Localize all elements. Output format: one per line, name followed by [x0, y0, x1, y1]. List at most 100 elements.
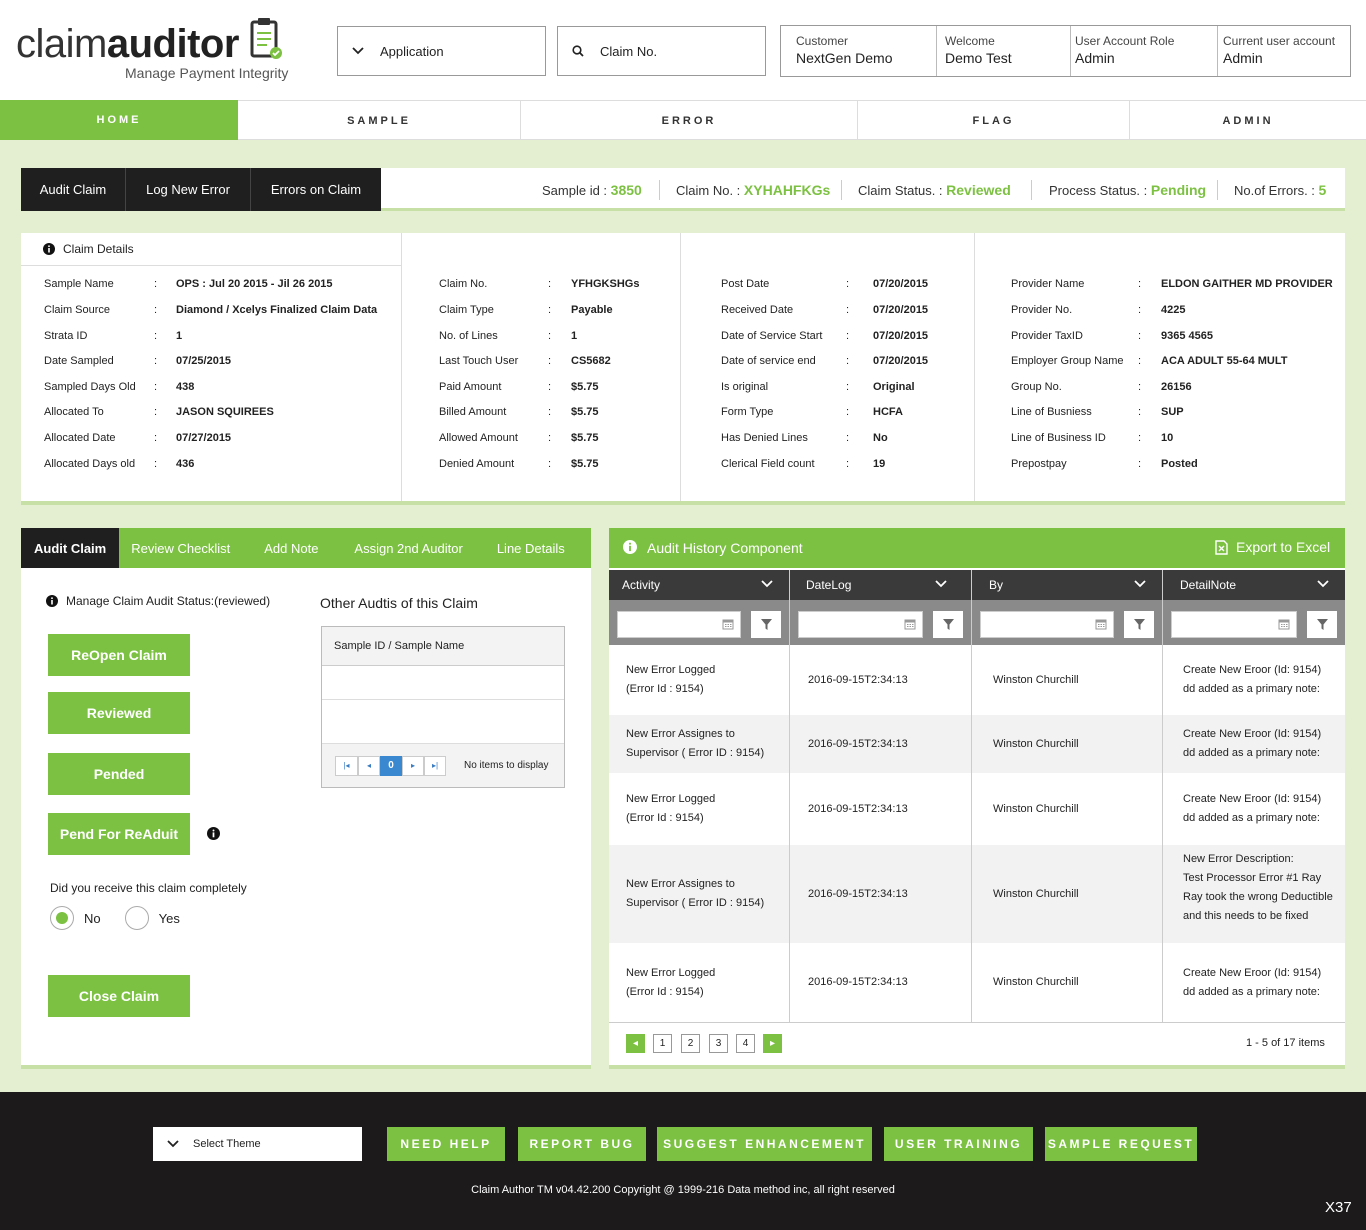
column-datelog[interactable]: DateLog: [790, 570, 971, 600]
application-dropdown[interactable]: Application: [337, 26, 546, 76]
pend-for-reaudit-button[interactable]: Pend For ReAduit: [48, 813, 190, 855]
claim-search-box[interactable]: Claim No.: [557, 26, 766, 76]
page-4[interactable]: 4: [736, 1034, 755, 1053]
info-icon: [43, 243, 55, 255]
subtab-add-note[interactable]: Add Note: [247, 528, 335, 568]
detail-label: Provider No.: [1011, 304, 1073, 316]
manage-status-text: Manage Claim Audit Status:(reviewed): [66, 594, 271, 608]
logo-tagline: Manage Payment Integrity: [125, 65, 289, 81]
chevron-down-icon: [352, 47, 364, 55]
pended-button[interactable]: Pended: [48, 753, 190, 795]
nav-flag[interactable]: FLAG: [858, 100, 1130, 140]
tab-errors-on-claim[interactable]: Errors on Claim: [251, 168, 381, 211]
nav-home[interactable]: HOME: [0, 100, 238, 140]
page-1[interactable]: 1: [653, 1034, 672, 1053]
column-activity[interactable]: Activity: [609, 570, 789, 600]
sample-request-button[interactable]: SAMPLE REQUEST: [1045, 1127, 1197, 1161]
detail-colon: :: [846, 381, 850, 393]
filter-funnel-icon[interactable]: [1124, 611, 1154, 638]
last-page-icon[interactable]: ▸|: [424, 755, 446, 776]
select-theme-dropdown[interactable]: Select Theme: [153, 1127, 362, 1161]
current-account-label: Current user account: [1223, 34, 1336, 48]
filter-funnel-icon[interactable]: [1307, 611, 1337, 638]
detail-label: Last Touch User: [439, 355, 519, 367]
next-page-icon[interactable]: ▸: [402, 755, 424, 776]
column-divider: [789, 570, 790, 1022]
calendar-icon[interactable]: [904, 618, 916, 630]
chevron-down-icon: [1134, 580, 1146, 588]
column-detailnote[interactable]: DetailNote: [1163, 570, 1345, 600]
nav-sample[interactable]: SAMPLE: [238, 100, 521, 140]
filter-input[interactable]: [617, 611, 741, 638]
detail-label: Provider TaxID: [1011, 330, 1083, 342]
detail-colon: :: [548, 304, 552, 316]
detail-label: Employer Group Name: [1011, 355, 1124, 367]
detailnote-cell-line: dd added as a primary note:: [1183, 683, 1320, 695]
detail-value: 07/25/2015: [176, 355, 232, 367]
first-page-icon[interactable]: |◂: [335, 755, 358, 776]
column-by[interactable]: By: [972, 570, 1162, 600]
column-detailnote-label: DetailNote: [1180, 578, 1237, 592]
prev-page-arrow-icon[interactable]: ◂: [626, 1034, 645, 1053]
radio-yes[interactable]: [124, 906, 149, 930]
radio-no[interactable]: [50, 906, 74, 930]
claim-status: Claim Status. : Reviewed: [858, 182, 1011, 198]
claim-no-status: Claim No. : XYHAHFKGs: [676, 182, 830, 198]
detail-label: Claim No.: [439, 278, 488, 290]
nav-error[interactable]: ERROR: [521, 100, 858, 140]
detail-value: 1: [176, 330, 183, 342]
claim-no-label: Claim No. :: [676, 183, 741, 198]
current-page[interactable]: 0: [380, 755, 402, 776]
detail-value: $5.75: [571, 432, 599, 444]
detail-value: No: [873, 432, 888, 444]
detailnote-cell-line: Create New Eroor (Id: 9154): [1183, 664, 1322, 676]
filter-input[interactable]: [980, 611, 1114, 638]
page-3[interactable]: 3: [709, 1034, 728, 1053]
detail-value: HCFA: [873, 406, 903, 418]
calendar-icon[interactable]: [1278, 618, 1290, 630]
subtab-review-checklist[interactable]: Review Checklist: [119, 528, 247, 568]
filter-funnel-icon[interactable]: [933, 611, 963, 638]
reviewed-button[interactable]: Reviewed: [48, 692, 190, 734]
page-2[interactable]: 2: [681, 1034, 700, 1053]
subtab-line-details[interactable]: Line Details: [480, 528, 582, 568]
detail-value: ELDON GAITHER MD PROVIDER: [1161, 278, 1333, 290]
calendar-icon[interactable]: [722, 618, 734, 630]
filter-funnel-icon[interactable]: [751, 611, 781, 638]
subtab-assign-2nd-auditor[interactable]: Assign 2nd Auditor: [335, 528, 479, 568]
filter-input[interactable]: [798, 611, 923, 638]
nav-admin[interactable]: ADMIN: [1130, 100, 1366, 140]
reopen-claim-button[interactable]: ReOpen Claim: [48, 634, 190, 676]
close-claim-button[interactable]: Close Claim: [48, 975, 190, 1017]
detail-label: Date Sampled: [44, 355, 114, 367]
user-info-box: Customer NextGen Demo Welcome Demo Test …: [780, 25, 1351, 77]
activity-cell: New Error Assignes to Supervisor ( Error …: [626, 725, 764, 763]
role-label: User Account Role: [1075, 34, 1175, 48]
logo[interactable]: claimauditor: [16, 22, 239, 67]
select-theme-label: Select Theme: [193, 1138, 261, 1150]
detail-colon: :: [548, 278, 552, 290]
tab-log-new-error[interactable]: Log New Error: [126, 168, 251, 211]
next-page-arrow-icon[interactable]: ▸: [763, 1034, 782, 1053]
user-training-button[interactable]: USER TRAINING: [884, 1127, 1033, 1161]
calendar-icon[interactable]: [1095, 618, 1107, 630]
detail-colon: :: [154, 330, 158, 342]
claim-search-placeholder: Claim No.: [600, 43, 658, 59]
subtab-audit-claim[interactable]: Audit Claim: [21, 528, 120, 568]
detail-label: Has Denied Lines: [721, 432, 808, 444]
export-excel-button[interactable]: Export to Excel: [1215, 539, 1330, 555]
detail-value: 26156: [1161, 381, 1192, 393]
report-bug-button[interactable]: REPORT BUG: [518, 1127, 646, 1161]
suggest-enhancement-button[interactable]: SUGGEST ENHANCEMENT: [657, 1127, 872, 1161]
chevron-down-icon: [1317, 580, 1329, 588]
need-help-button[interactable]: NEED HELP: [387, 1127, 505, 1161]
detail-colon: :: [846, 304, 850, 316]
tab-audit-claim[interactable]: Audit Claim: [21, 168, 126, 211]
info-icon[interactable]: [207, 827, 220, 840]
detail-value: 07/27/2015: [176, 432, 232, 444]
customer-cell: Customer NextGen Demo: [781, 26, 937, 76]
detailnote-cell-line: New Error Description:: [1183, 853, 1294, 865]
filter-input[interactable]: [1171, 611, 1297, 638]
detail-value: Original: [873, 381, 915, 393]
prev-page-icon[interactable]: ◂: [358, 755, 380, 776]
